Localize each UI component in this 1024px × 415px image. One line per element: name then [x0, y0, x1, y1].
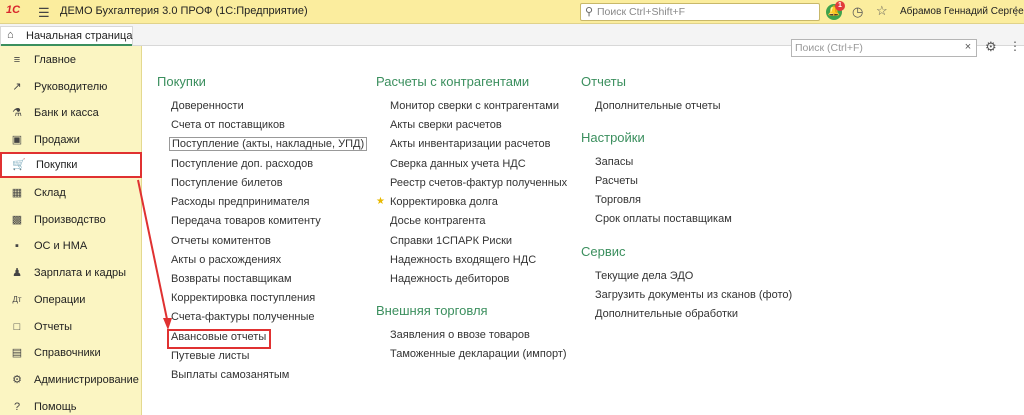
annotation-arrow	[137, 179, 172, 330]
